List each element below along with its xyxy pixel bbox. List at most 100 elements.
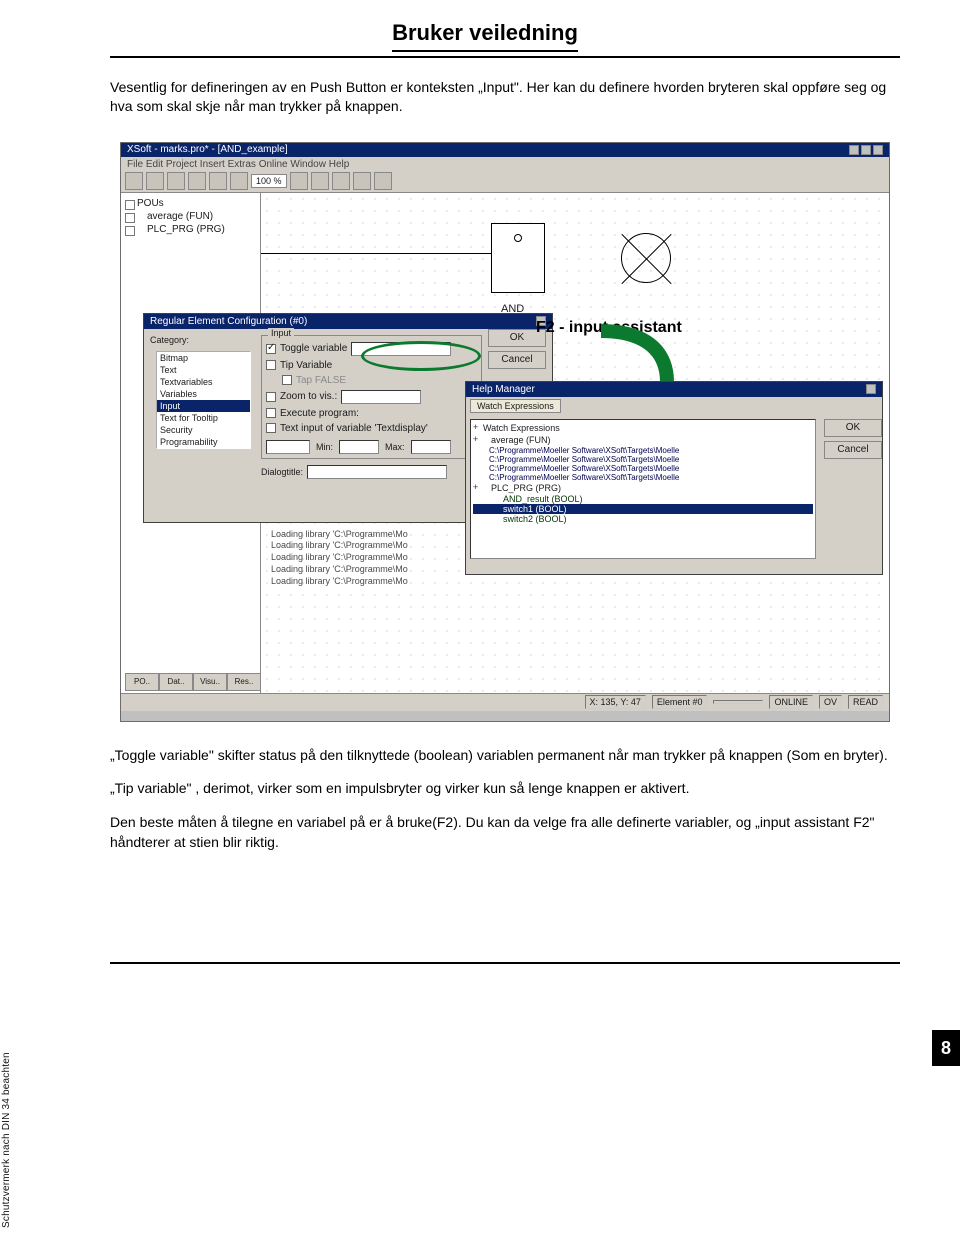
category-item[interactable]: Security xyxy=(157,424,250,436)
statusbar: X: 135, Y: 47 Element #0 ONLINE OV READ xyxy=(121,693,889,711)
toolbar-button[interactable] xyxy=(167,172,185,190)
minimize-icon[interactable] xyxy=(849,145,859,155)
toolbar-button[interactable] xyxy=(125,172,143,190)
help-tree-path[interactable]: C:\Programme\Moeller Software\XSoft\Targ… xyxy=(473,473,813,482)
app-screenshot: XSoft - marks.pro* - [AND_example] File … xyxy=(120,142,890,722)
tree-item[interactable]: average (FUN) xyxy=(125,210,256,223)
category-label: Category: xyxy=(150,335,257,345)
bottom-tab[interactable]: PO.. xyxy=(125,673,159,691)
cancel-button[interactable]: Cancel xyxy=(488,351,546,369)
toolbar-button[interactable] xyxy=(353,172,371,190)
help-tab[interactable]: Watch Expressions xyxy=(470,399,561,413)
log-line: Loading library 'C:\Programme\Mo xyxy=(271,564,531,576)
side-note: Schutzvermerk nach DIN 34 beachten xyxy=(1,1052,12,1228)
window-titlebar: XSoft - marks.pro* - [AND_example] xyxy=(121,143,889,157)
toolbar-button[interactable] xyxy=(332,172,350,190)
ok-button[interactable]: OK xyxy=(824,419,882,437)
text-input-checkbox[interactable] xyxy=(266,423,276,433)
help-tree-leaf[interactable]: AND_result (BOOL) xyxy=(473,494,813,504)
toolbar-button[interactable] xyxy=(188,172,206,190)
maximize-icon[interactable] xyxy=(861,145,871,155)
paragraph: Den beste måten å tilegne en variabel på… xyxy=(110,813,890,852)
zoom-input[interactable] xyxy=(341,390,421,404)
toolbar-button[interactable] xyxy=(209,172,227,190)
message-log: Loading library 'C:\Programme\Mo Loading… xyxy=(271,529,531,587)
text-input-label: Text input of variable 'Textdisplay' xyxy=(280,423,428,434)
status-read: READ xyxy=(848,695,883,709)
page-title: Bruker veiledning xyxy=(392,20,578,52)
bottom-tab[interactable]: Dat.. xyxy=(159,673,193,691)
title-rule xyxy=(110,56,900,58)
log-line: Loading library 'C:\Programme\Mo xyxy=(271,529,531,541)
category-list[interactable]: Bitmap Text Textvariables Variables Inpu… xyxy=(156,351,251,449)
help-tree-path[interactable]: C:\Programme\Moeller Software\XSoft\Targ… xyxy=(473,455,813,464)
dialogtitle-label: Dialogtitle: xyxy=(261,467,303,477)
category-item[interactable]: Text for Tooltip xyxy=(157,412,250,424)
toggle-variable-checkbox[interactable] xyxy=(266,344,276,354)
zoom-checkbox[interactable] xyxy=(266,392,276,402)
tip-variable-label: Tip Variable xyxy=(280,360,332,371)
zoom-field[interactable]: 100 % xyxy=(251,174,287,188)
category-item[interactable]: Bitmap xyxy=(157,352,250,364)
bottom-tabs: PO.. Dat.. Visu.. Res.. xyxy=(125,673,261,691)
exec-label: Execute program: xyxy=(280,408,359,419)
window-title: XSoft - marks.pro* - [AND_example] xyxy=(127,144,288,155)
log-line: Loading library 'C:\Programme\Mo xyxy=(271,540,531,552)
tap-false-label: Tap FALSE xyxy=(296,375,346,386)
tree-root[interactable]: POUs xyxy=(125,197,256,210)
zoom-label: Zoom to vis.: xyxy=(280,391,337,402)
close-icon[interactable] xyxy=(866,384,876,394)
min-input[interactable] xyxy=(339,440,379,454)
toolbar-button[interactable] xyxy=(374,172,392,190)
tree-item[interactable]: PLC_PRG (PRG) xyxy=(125,223,256,236)
toggle-variable-label: Toggle variable xyxy=(280,343,347,354)
dialogtitle-input[interactable] xyxy=(307,465,447,479)
min-label: Min: xyxy=(316,442,333,452)
tip-variable-checkbox[interactable] xyxy=(266,360,276,370)
group-label: Input xyxy=(268,328,294,338)
f2-annotation: F2 - input assistant xyxy=(536,319,682,337)
exec-checkbox[interactable] xyxy=(266,408,276,418)
page-title-wrap: Bruker veiledning xyxy=(110,20,900,52)
circle-symbol[interactable] xyxy=(621,233,671,283)
close-icon[interactable] xyxy=(873,145,883,155)
log-line: Loading library 'C:\Programme\Mo xyxy=(271,552,531,564)
category-item[interactable]: Variables xyxy=(157,388,250,400)
bottom-tab[interactable]: Visu.. xyxy=(193,673,227,691)
toolbar-button[interactable] xyxy=(230,172,248,190)
and-block[interactable] xyxy=(491,223,545,293)
status-coords: X: 135, Y: 47 xyxy=(585,695,646,709)
help-tree-leaf-selected[interactable]: switch1 (BOOL) xyxy=(473,504,813,514)
toolbar-button[interactable] xyxy=(146,172,164,190)
help-tree-item[interactable]: PLC_PRG (PRG) xyxy=(473,482,813,494)
body-text: „Toggle variable" skifter status på den … xyxy=(110,746,900,852)
max-input[interactable] xyxy=(411,440,451,454)
paragraph: „Tip variable" , derimot, virker som en … xyxy=(110,779,890,799)
type-select[interactable] xyxy=(266,440,310,454)
cancel-button[interactable]: Cancel xyxy=(824,441,882,459)
help-tree-path[interactable]: C:\Programme\Moeller Software\XSoft\Targ… xyxy=(473,464,813,473)
dialog-title: Regular Element Configuration (#0) xyxy=(150,316,307,327)
help-tree-path[interactable]: C:\Programme\Moeller Software\XSoft\Targ… xyxy=(473,446,813,455)
toolbar-button[interactable] xyxy=(290,172,308,190)
bottom-tab[interactable]: Res.. xyxy=(227,673,261,691)
wire-line xyxy=(261,253,491,254)
help-tree-leaf[interactable]: switch2 (BOOL) xyxy=(473,514,813,524)
help-tree-item[interactable]: average (FUN) xyxy=(473,434,813,446)
category-item[interactable]: Text xyxy=(157,364,250,376)
help-manager-title: Help Manager xyxy=(472,384,535,395)
log-line: Loading library 'C:\Programme\Mo xyxy=(271,576,531,588)
tap-false-checkbox xyxy=(282,375,292,385)
paragraph: „Toggle variable" skifter status på den … xyxy=(110,746,890,766)
category-item[interactable]: Programability xyxy=(157,436,250,448)
footer-rule xyxy=(110,962,900,964)
toggle-variable-input[interactable] xyxy=(351,342,451,356)
intro-paragraph: Vesentlig for defineringen av en Push Bu… xyxy=(110,78,900,116)
category-item-selected[interactable]: Input xyxy=(157,400,250,412)
toolbar-button[interactable] xyxy=(311,172,329,190)
status-online: ONLINE xyxy=(769,695,813,709)
category-item[interactable]: Textvariables xyxy=(157,376,250,388)
menubar[interactable]: File Edit Project Insert Extras Online W… xyxy=(121,157,889,171)
max-label: Max: xyxy=(385,442,405,452)
help-tree-item[interactable]: Watch Expressions xyxy=(473,422,813,434)
